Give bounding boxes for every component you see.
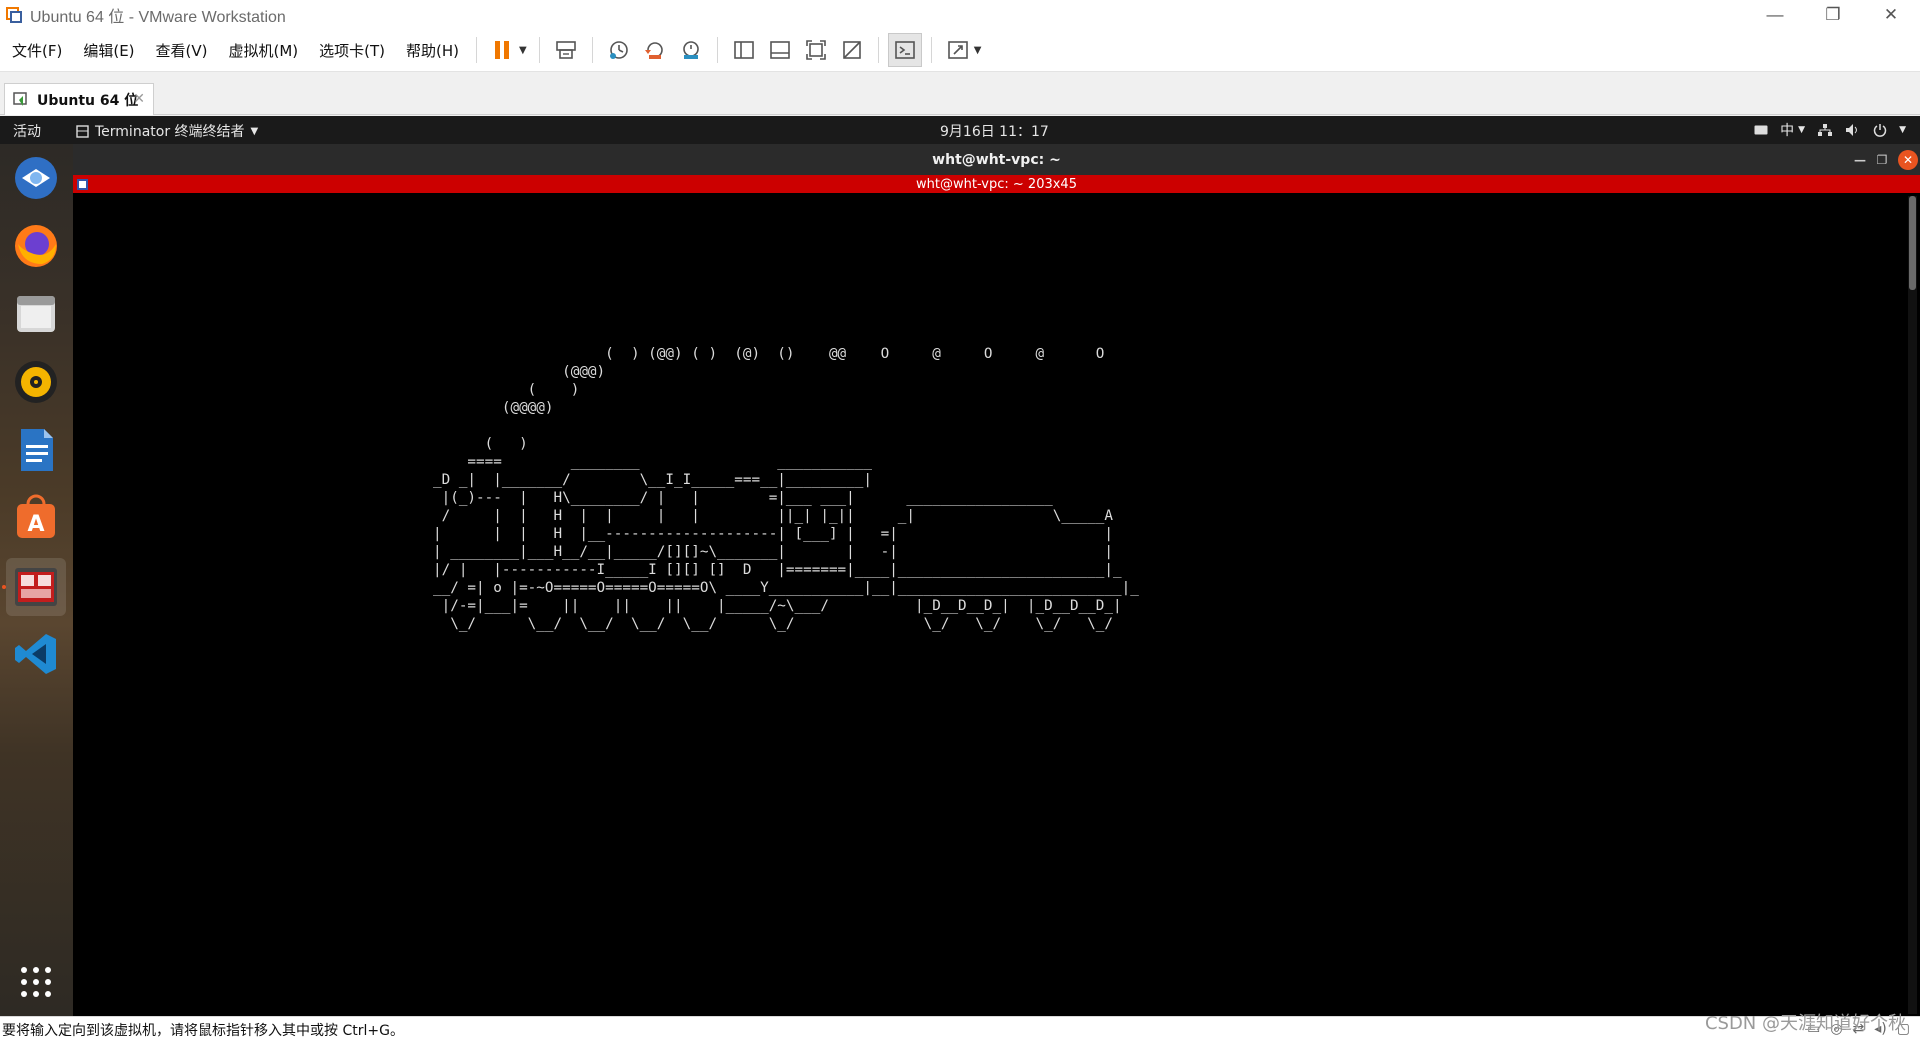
snapshot-manager-icon[interactable] — [674, 33, 708, 67]
toolbar-separator — [591, 37, 593, 63]
view-unity-icon[interactable] — [835, 33, 869, 67]
thunderbird-icon[interactable] — [12, 154, 60, 202]
vm-tab-close-icon[interactable]: ✕ — [133, 91, 145, 107]
status-bar: 要将输入定向到该虚拟机，请将鼠标指针移入其中或按 Ctrl+G。 ▭ ◎ ⇄ ◂… — [0, 1016, 1920, 1042]
system-menu-dropdown-icon: ▼ — [1899, 125, 1906, 135]
toolbar-separator — [930, 37, 932, 63]
vm-tab-strip: Ubuntu 64 位 ✕ — [0, 73, 1920, 115]
window-controls: — ❐ ✕ — [1746, 0, 1920, 29]
ascii-line: | ________|___H__/__|_____/[][]~\_______… — [433, 544, 1113, 560]
input-method-dropdown-icon: ▼ — [1798, 125, 1806, 135]
menu-tabs[interactable]: 选项卡(T) — [310, 40, 394, 61]
console-view-icon[interactable] — [887, 33, 922, 67]
app-menu-label: Terminator 终端终结者 — [95, 124, 245, 140]
ascii-line: ( ) — [433, 382, 580, 398]
status-message: 要将输入定向到该虚拟机，请将鼠标指针移入其中或按 Ctrl+G。 — [2, 1022, 404, 1039]
keyboard-icon — [1754, 125, 1768, 135]
clock[interactable]: 9月16日 11：17 — [940, 121, 1049, 141]
pause-dropdown-icon[interactable]: ▼ — [519, 45, 527, 56]
snapshot-take-icon[interactable] — [602, 33, 636, 67]
restore-button[interactable]: ❐ — [1804, 0, 1862, 29]
running-indicator — [2, 585, 6, 589]
vscode-icon[interactable] — [12, 630, 60, 678]
svg-text:A: A — [27, 512, 44, 537]
ascii-line: / | | H | | | | ||_| |_|| _| \_____A — [433, 508, 1113, 524]
ascii-line: ==== ________ ___________ — [433, 454, 872, 470]
terminator-icon[interactable] — [6, 558, 66, 616]
menu-vm[interactable]: 虚拟机(M) — [220, 40, 308, 61]
ascii-line: |/-=|___|= || || || |_____/~\___/ |_D__D… — [433, 598, 1122, 614]
snapshot-revert-icon[interactable] — [638, 33, 672, 67]
gnome-top-bar: 活动 Terminator 终端终结者 ▼ 9月16日 11：17 中 ▼ ▼ — [0, 116, 1920, 144]
ascii-line: \_/ \__/ \__/ \__/ \__/ \_/ \_/ \_/ \_/ … — [433, 616, 1113, 632]
terminal-group-bar: wht@wht-vpc: ~ 203x45 — [73, 175, 1920, 193]
ascii-line: ( ) — [433, 436, 528, 452]
vmware-logo-icon — [4, 5, 24, 25]
software-center-icon[interactable]: A — [12, 494, 60, 542]
vm-tab-icon — [13, 91, 27, 106]
terminal-minimize-icon[interactable]: — — [1850, 150, 1870, 170]
menu-file[interactable]: 文件(F) — [3, 40, 71, 61]
ascii-line: (@@@@) — [433, 400, 554, 416]
ascii-line: | | | H |__--------------------| [___] |… — [433, 526, 1113, 542]
power-icon — [1873, 124, 1887, 137]
files-icon[interactable] — [12, 290, 60, 338]
menu-edit[interactable]: 编辑(E) — [74, 40, 143, 61]
window-title: Ubuntu 64 位 - VMware Workstation — [30, 8, 286, 26]
ascii-line: |(_)--- | H\________/ | | =|___ ___| ___… — [433, 490, 1053, 506]
view-library-icon[interactable] — [727, 33, 761, 67]
minimize-button[interactable]: — — [1746, 0, 1804, 29]
ascii-line: ( ) (@@) ( ) (@) () @@ O @ O @ O — [433, 346, 1105, 362]
network-icon — [1818, 124, 1833, 136]
input-method-indicator[interactable]: 中 — [1780, 120, 1794, 140]
pause-icon[interactable] — [486, 33, 520, 67]
rhythmbox-icon[interactable] — [12, 358, 60, 406]
terminal-title-bar: wht@wht-vpc: ~ — ❐ ✕ — [73, 144, 1920, 175]
ascii-line: __/ =| o |=-~O=====O=====O=====O\ ____Y_… — [433, 580, 1139, 596]
toolbar-separator — [538, 37, 540, 63]
vm-tab-label: Ubuntu 64 位 — [37, 92, 139, 109]
toolbar-separator — [877, 37, 879, 63]
view-fullscreen-icon[interactable] — [799, 33, 833, 67]
terminal-close-icon[interactable]: ✕ — [1898, 150, 1918, 170]
toolbar-separator — [476, 37, 478, 63]
group-grid-icon[interactable] — [77, 179, 88, 190]
terminator-small-icon — [76, 124, 89, 138]
watermark: CSDN @天涯知道好个秋 — [1704, 1013, 1906, 1034]
terminal-title: wht@wht-vpc: ~ — [932, 151, 1061, 168]
menubar: 文件(F) 编辑(E) 查看(V) 虚拟机(M) 选项卡(T) 帮助(H) ▼ … — [0, 29, 1920, 72]
close-button[interactable]: ✕ — [1862, 0, 1920, 29]
app-menu[interactable]: Terminator 终端终结者 ▼ — [76, 121, 258, 141]
ascii-line: (@@@) — [433, 364, 606, 380]
firefox-icon[interactable] — [12, 222, 60, 270]
volume-icon — [1846, 124, 1858, 136]
ascii-line: _D _| |_______/ \__I_I_____===__|_______… — [433, 472, 872, 488]
terminal-scrollbar[interactable] — [1908, 196, 1917, 1014]
vm-tab-ubuntu[interactable]: Ubuntu 64 位 ✕ — [4, 83, 154, 115]
system-tray[interactable]: 中 ▼ ▼ — [1754, 120, 1906, 140]
stretch-view-icon[interactable] — [941, 33, 975, 67]
terminal-output[interactable]: ( ) (@@) ( ) (@) () @@ O @ O @ O (@@@) (… — [73, 193, 1903, 1016]
libreoffice-writer-icon[interactable] — [12, 426, 60, 474]
app-menu-dropdown-icon: ▼ — [250, 125, 259, 137]
window-title-bar: Ubuntu 64 位 - VMware Workstation — ❐ ✕ — [0, 0, 1920, 29]
toolbar-separator — [716, 37, 718, 63]
menu-help[interactable]: 帮助(H) — [397, 40, 468, 61]
terminator-window[interactable]: wht@wht-vpc: ~ — ❐ ✕ wht@wht-vpc: ~ 203x… — [73, 144, 1920, 1016]
view-thumbnail-icon[interactable] — [763, 33, 797, 67]
ascii-line: |/ | |-----------I_____I [][] [] D |====… — [433, 562, 1122, 578]
terminal-size-label: wht@wht-vpc: ~ 203x45 — [916, 176, 1077, 192]
activities-button[interactable]: 活动 — [13, 121, 41, 141]
send-ctrl-alt-del-icon[interactable] — [549, 33, 583, 67]
dock: A — [0, 144, 73, 1016]
menu-view[interactable]: 查看(V) — [147, 40, 217, 61]
scrollbar-thumb[interactable] — [1909, 196, 1916, 290]
show-applications-icon[interactable] — [12, 958, 60, 1006]
stretch-dropdown-icon[interactable]: ▼ — [974, 45, 982, 56]
terminal-restore-icon[interactable]: ❐ — [1872, 150, 1892, 170]
guest-display[interactable]: 活动 Terminator 终端终结者 ▼ 9月16日 11：17 中 ▼ ▼ — [0, 116, 1920, 1016]
